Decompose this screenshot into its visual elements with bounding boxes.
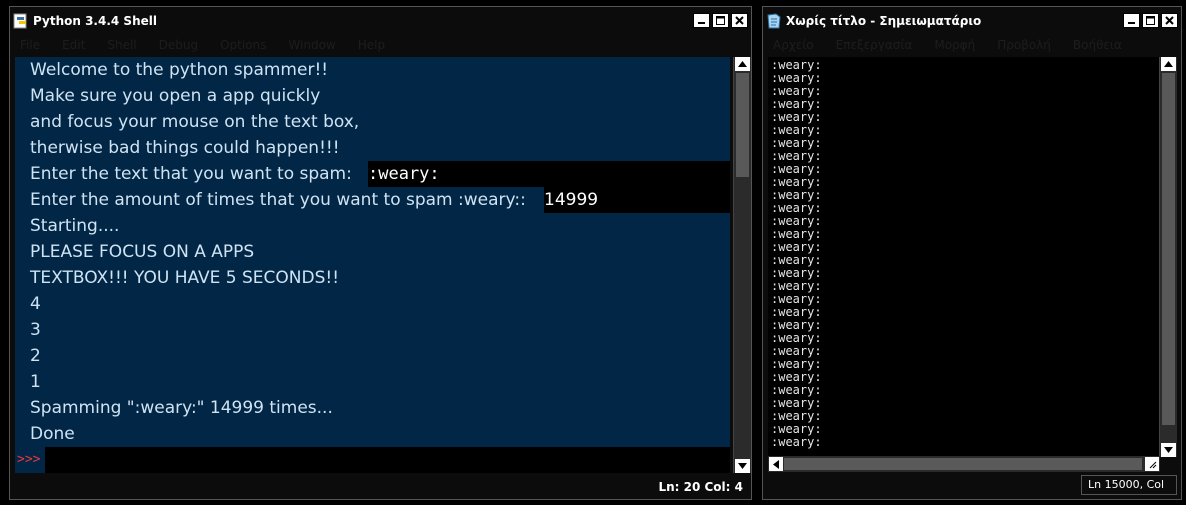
size-grip[interactable] [1145,457,1159,471]
scroll-thumb[interactable] [784,458,1142,470]
maximize-button[interactable] [712,13,729,28]
menu-help[interactable]: Help [358,38,385,52]
menu-debug[interactable]: Debug [159,38,198,52]
scroll-thumb[interactable] [1162,73,1175,425]
user-input: :weary: [368,164,440,184]
menu-format[interactable]: Μορφή [934,38,975,52]
shell-line: Starting.... [15,213,730,239]
shell-line: Make sure you open a app quickly [15,83,730,109]
maximize-icon [716,16,725,25]
minimize-icon [698,22,705,24]
python-shell-window: Python 3.4.4 Shell File Edit Shell Debug… [9,6,752,500]
shell-line: Enter the text that you want to spam: :w… [15,161,730,187]
cursor-position: Ln: 20 Col: 4 [658,480,743,494]
shell-line: 3 [15,317,730,343]
shell-line: Enter the amount of times that you want … [15,187,730,213]
menu-view[interactable]: Προβολή [997,38,1051,52]
shell-line: 4 [15,291,730,317]
scroll-up-button[interactable] [735,57,750,71]
shell-prompt: >>> [15,447,45,473]
notepad-title: Χωρίς τίτλο - Σημειωματάριο [786,13,982,28]
menu-options[interactable]: Options [220,38,266,52]
shell-line: 1 [15,369,730,395]
notepad-line: :weary: [771,435,822,449]
shell-line: PLEASE FOCUS ON A APPS [15,239,730,265]
shell-titlebar[interactable]: Python 3.4.4 Shell [10,7,751,34]
shell-line: Welcome to the python spammer!! [15,57,730,83]
minimize-icon [1128,22,1135,24]
cursor-position: Ln 15000, Col [1088,478,1165,491]
scroll-down-button[interactable] [1161,443,1176,457]
menu-help[interactable]: Βοήθεια [1073,38,1122,52]
menu-edit[interactable]: Επεξεργασία [836,38,913,52]
shell-output[interactable]: Welcome to the python spammer!! Make sur… [15,57,730,473]
notepad-menubar: Αρχείο Επεξεργασία Μορφή Προβολή Βοήθεια [763,35,1181,55]
menu-file[interactable]: File [20,38,40,52]
notepad-titlebar[interactable]: Χωρίς τίτλο - Σημειωματάριο [763,7,1181,34]
scroll-left-button[interactable] [769,457,783,471]
shell-line: 2 [15,343,730,369]
maximize-button[interactable] [1142,13,1159,28]
close-button[interactable] [1161,13,1178,28]
arrow-left-icon [773,459,779,469]
close-icon [1165,16,1174,25]
menu-shell[interactable]: Shell [107,38,136,52]
arrow-down-icon [1164,447,1173,453]
scroll-up-button[interactable] [1161,57,1176,71]
shell-line: therwise bad things could happen!!! [15,135,730,161]
shell-line: TEXTBOX!!! YOU HAVE 5 SECONDS!! [15,265,730,291]
shell-statusbar: Ln: 20 Col: 4 [10,475,751,499]
arrow-up-icon [1164,61,1173,67]
menu-file[interactable]: Αρχείο [773,38,814,52]
scroll-thumb[interactable] [736,73,749,177]
menu-edit[interactable]: Edit [62,38,85,52]
notepad-horizontal-scrollbar[interactable] [768,456,1160,472]
minimize-button[interactable] [1123,13,1140,28]
shell-title: Python 3.4.4 Shell [33,13,157,28]
arrow-down-icon [738,463,747,469]
shell-line: and focus your mouse on the text box, [15,109,730,135]
notepad-statusbar: Ln 15000, Col [1081,475,1177,495]
menu-window[interactable]: Window [288,38,335,52]
minimize-button[interactable] [693,13,710,28]
scroll-down-button[interactable] [735,459,750,473]
notepad-window: Χωρίς τίτλο - Σημειωματάριο Αρχείο Επεξε… [762,6,1182,500]
user-input: 14999 [544,190,599,210]
notepad-icon [766,12,782,29]
python-idle-icon [13,13,29,29]
shell-line: Spamming ":weary:" 14999 times... [15,395,730,421]
shell-vertical-scrollbar[interactable] [733,57,751,473]
shell-menubar: File Edit Shell Debug Options Window Hel… [10,35,751,55]
notepad-vertical-scrollbar[interactable] [1159,57,1177,457]
maximize-icon [1146,16,1155,25]
notepad-text-area[interactable]: :weary::weary::weary::weary::weary::wear… [768,57,1160,457]
close-icon [735,16,744,25]
resize-grip-icon [1149,461,1156,468]
arrow-up-icon [738,61,747,67]
close-button[interactable] [731,13,748,28]
shell-line: Done [15,421,730,447]
